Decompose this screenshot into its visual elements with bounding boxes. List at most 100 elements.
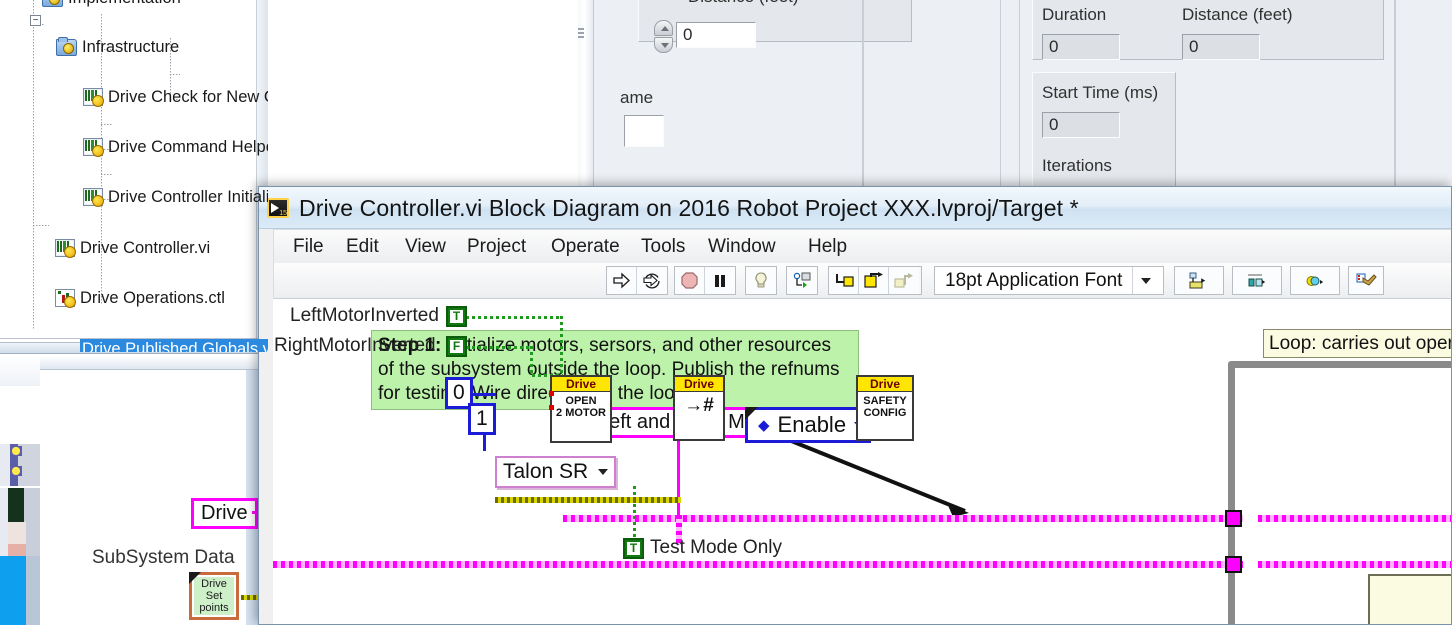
- fp-distance2-value[interactable]: 0: [1182, 34, 1260, 60]
- tree-item-drive-controller-initialization[interactable]: Drive Controller Initialization.vi: [0, 185, 268, 210]
- node-drive-register-refnum[interactable]: Drive →#: [673, 375, 725, 441]
- menu-edit[interactable]: Edit: [346, 236, 379, 258]
- background-bd-left-column: [0, 356, 40, 625]
- menu-help[interactable]: Help: [808, 236, 847, 258]
- fp-starttime-value[interactable]: 0: [1042, 112, 1120, 138]
- highlight-execution-lightbulb-icon[interactable]: [746, 267, 776, 294]
- resize-grip-icon[interactable]: [578, 26, 584, 40]
- tree-item-label: Drive Operations.ctl: [80, 289, 225, 307]
- screenshot-root: − Implementation Infrastructure Drive Ch…: [0, 0, 1452, 625]
- run-arrow-icon[interactable]: [607, 267, 637, 294]
- menu-project[interactable]: Project: [467, 236, 526, 258]
- fp-distance2-label: Distance (feet): [1182, 5, 1293, 25]
- toolbar-group-align[interactable]: [1174, 266, 1224, 295]
- fp-name-label: ame: [620, 88, 653, 108]
- block-diagram-window[interactable]: Drive Controller.vi Block Diagram on 201…: [258, 186, 1452, 625]
- test-mode-only-label: Test Mode Only: [650, 537, 782, 559]
- talon-chevron-down-icon[interactable]: [598, 469, 608, 475]
- clean-up-diagram-icon[interactable]: [1349, 267, 1383, 294]
- tree-item-label: Infrastructure: [82, 38, 179, 56]
- node-drive-safety-config[interactable]: Drive SAFETY CONFIG: [856, 375, 914, 441]
- stepper-down-icon[interactable]: [654, 37, 673, 53]
- reorder-objects-icon[interactable]: [1291, 267, 1339, 294]
- pause-icon[interactable]: [705, 267, 735, 294]
- block-diagram-canvas[interactable]: Step 1: Initialize motors, sersors, and …: [273, 299, 1452, 625]
- toolbar-group-reorder[interactable]: [1290, 266, 1340, 295]
- toolbar-group-highlight[interactable]: [745, 266, 777, 295]
- step-into-icon[interactable]: [829, 267, 859, 294]
- node-header: Drive: [552, 377, 610, 392]
- wire-right-inverted: [466, 346, 532, 349]
- toolbar-group-step[interactable]: [828, 266, 922, 295]
- distribute-objects-icon[interactable]: [1233, 267, 1281, 294]
- right-motor-inverted-terminal[interactable]: F: [446, 336, 467, 357]
- talon-sr-ring[interactable]: Talon SR: [495, 456, 616, 488]
- fp-panel-divider: [862, 0, 864, 187]
- fp-duration-value[interactable]: 0: [1042, 34, 1120, 60]
- menu-window[interactable]: Window: [708, 236, 776, 258]
- node-glyph: →#: [684, 395, 714, 416]
- font-dropdown-chevron-down-icon[interactable]: [1132, 267, 1158, 294]
- retain-wire-values-icon[interactable]: [787, 267, 817, 294]
- node-header: Drive: [675, 377, 723, 392]
- folder-icon: [56, 39, 77, 56]
- fp-name-value[interactable]: [624, 115, 664, 147]
- project-explorer-panel[interactable]: − Implementation Infrastructure Drive Ch…: [0, 0, 268, 352]
- error-terminal-marker-2: [549, 405, 554, 410]
- align-objects-icon[interactable]: [1175, 267, 1223, 294]
- menu-file[interactable]: File: [293, 236, 324, 258]
- node-line1: OPEN: [565, 395, 596, 407]
- fp-distance-value[interactable]: 0: [676, 22, 756, 48]
- toolbar-group-retain[interactable]: [786, 266, 818, 295]
- wire-left-inverted-v: [560, 316, 563, 376]
- tree-item-label: Drive Controller Initialization.vi: [108, 188, 268, 206]
- tree-item-drive-check-for-new-command[interactable]: Drive Check for New Command.vi: [0, 85, 268, 110]
- tree-item-drive-command-helper[interactable]: Drive Command Helper.vi: [0, 135, 268, 160]
- tree-item-drive-operations[interactable]: Drive Operations.ctl: [0, 286, 268, 311]
- menu-operate[interactable]: Operate: [551, 236, 620, 258]
- stepper-up-icon[interactable]: [654, 20, 673, 36]
- loop-tunnel-bottom[interactable]: [1225, 556, 1242, 573]
- front-panel-window-background[interactable]: Distance (feet) 0 ame Duration 0 Distanc…: [578, 0, 1452, 187]
- wire-left-inverted: [466, 316, 562, 319]
- menu-tools[interactable]: Tools: [641, 236, 685, 258]
- font-selector[interactable]: 18pt Application Font: [934, 266, 1164, 295]
- tree-item-implementation[interactable]: Implementation: [0, 0, 268, 11]
- background-drive-label[interactable]: Drive: [191, 498, 258, 529]
- step-out-icon[interactable]: [889, 267, 919, 294]
- toolbar-group-distribute[interactable]: [1232, 266, 1282, 295]
- background-drive-setpoints-subvi[interactable]: Drive Set points: [189, 572, 239, 620]
- enum-increment-decrement-icon[interactable]: ◆: [758, 416, 770, 434]
- loop-comment[interactable]: Loop: carries out operation using setpoi…: [1263, 329, 1452, 358]
- wire-motor-refs: [495, 497, 681, 503]
- vi-icon: [83, 188, 103, 206]
- wire-right-inverted-v: [530, 346, 533, 376]
- menubar[interactable]: File Edit View Project Operate Tools Win…: [273, 229, 1452, 263]
- enable-enum-constant[interactable]: ◆ Enable: [745, 407, 871, 443]
- toolbar-group-cleanup[interactable]: [1348, 266, 1384, 295]
- menu-view[interactable]: View: [405, 236, 446, 258]
- block-diagram-titlebar[interactable]: Drive Controller.vi Block Diagram on 201…: [259, 187, 1452, 229]
- loop-tunnel-top[interactable]: [1225, 510, 1242, 527]
- node-body: SAFETY CONFIG: [858, 392, 912, 422]
- tree-item-infrastructure[interactable]: Infrastructure: [0, 35, 268, 60]
- run-continuously-icon[interactable]: [637, 267, 667, 294]
- node-drive-open-2motor[interactable]: Drive OPEN 2 MOTOR: [550, 375, 612, 443]
- step-over-icon[interactable]: [859, 267, 889, 294]
- toolbar-group-run[interactable]: [606, 266, 668, 295]
- constant-one[interactable]: 1: [468, 403, 496, 435]
- toolbar-group-abort-pause[interactable]: [674, 266, 736, 295]
- font-label: 18pt Application Font: [935, 270, 1132, 292]
- test-mode-only-terminal[interactable]: T: [623, 538, 644, 559]
- background-subsystem-data-label: SubSystem Data: [92, 547, 235, 569]
- tree-item-drive-controller[interactable]: Drive Controller.vi: [0, 236, 268, 261]
- inner-cream-frame[interactable]: [1368, 574, 1452, 625]
- toolbar[interactable]: 18pt Application Font: [273, 263, 1452, 299]
- tree-expander-infrastructure[interactable]: −: [30, 15, 41, 26]
- wire-drive-refnum-bus: [563, 515, 1243, 522]
- abort-stop-icon[interactable]: [675, 267, 705, 294]
- background-block-diagram[interactable]: Drive SubSystem Data Drive Set points: [0, 356, 268, 625]
- left-motor-inverted-terminal[interactable]: T: [446, 306, 467, 327]
- node-line1: SAFETY: [863, 395, 906, 407]
- fp-distance-stepper[interactable]: [654, 20, 674, 54]
